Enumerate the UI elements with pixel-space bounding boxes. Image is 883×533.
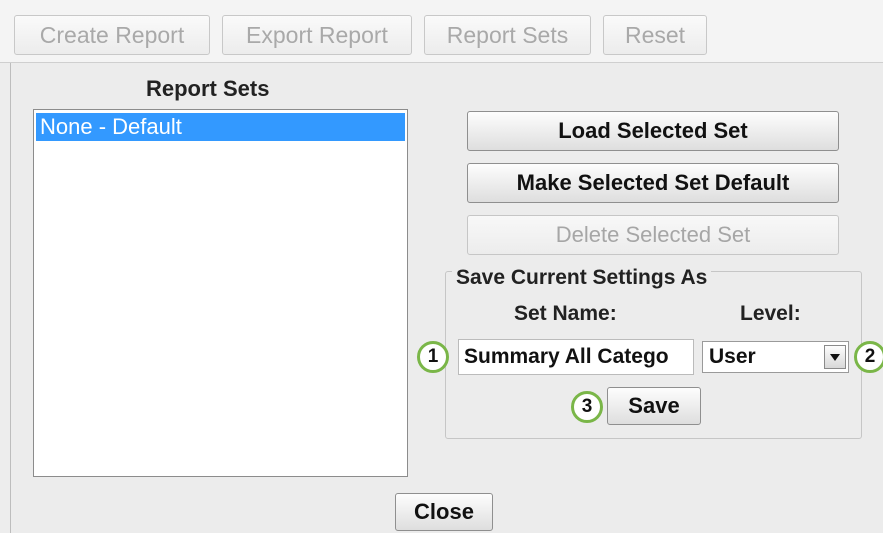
create-report-button[interactable]: Create Report (14, 15, 210, 55)
delete-selected-set-button[interactable]: Delete Selected Set (467, 215, 839, 255)
level-select-value: User (709, 345, 756, 368)
make-selected-set-default-button[interactable]: Make Selected Set Default (467, 163, 839, 203)
reset-button[interactable]: Reset (603, 15, 707, 55)
set-name-label: Set Name: (514, 302, 617, 325)
callout-3-marker: 3 (571, 391, 603, 423)
level-select[interactable]: User (702, 341, 849, 373)
dropdown-arrow-icon[interactable] (824, 345, 846, 369)
level-label: Level: (740, 302, 801, 325)
close-button[interactable]: Close (395, 493, 493, 531)
save-settings-title: Save Current Settings As (452, 266, 712, 290)
report-sets-button[interactable]: Report Sets (424, 15, 591, 55)
export-report-button[interactable]: Export Report (222, 15, 412, 55)
report-sets-list[interactable]: None - Default (33, 109, 408, 477)
save-button[interactable]: Save (607, 387, 701, 425)
report-toolbar: Create Report Export Report Report Sets … (0, 0, 883, 63)
load-selected-set-button[interactable]: Load Selected Set (467, 111, 839, 151)
list-item[interactable]: None - Default (36, 113, 405, 141)
callout-1-marker: 1 (417, 341, 449, 373)
callout-2-marker: 2 (854, 341, 883, 373)
report-sets-heading: Report Sets (146, 76, 270, 101)
set-name-input[interactable] (458, 339, 694, 375)
